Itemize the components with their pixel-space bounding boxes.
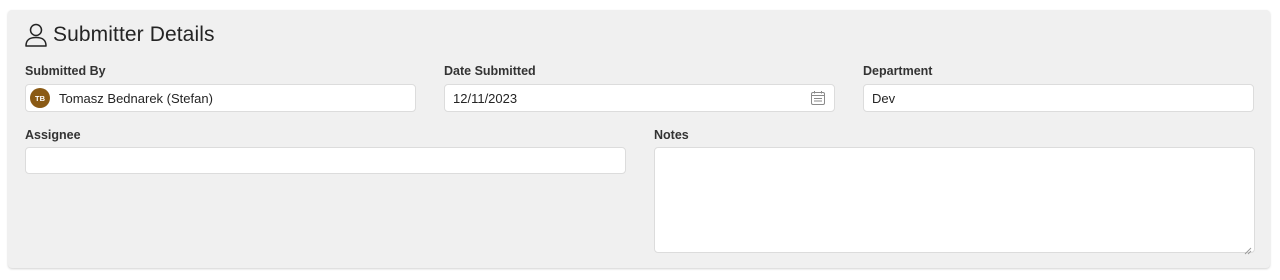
assignee-field[interactable]	[25, 147, 626, 174]
section-header: Submitter Details	[24, 20, 215, 50]
notes-textarea[interactable]	[654, 147, 1255, 255]
department-value: Dev	[872, 90, 896, 106]
assignee-label: Assignee	[25, 128, 81, 142]
department-field[interactable]: Dev	[863, 84, 1254, 112]
section-title: Submitter Details	[53, 23, 215, 46]
department-label: Department	[863, 64, 933, 78]
notes-label: Notes	[654, 128, 689, 142]
submitted-by-value: Tomasz Bednarek (Stefan)	[59, 90, 213, 106]
calendar-icon[interactable]	[810, 90, 826, 106]
date-submitted-value: 12/11/2023	[453, 90, 518, 106]
submitted-by-label: Submitted By	[25, 64, 106, 78]
person-icon	[24, 22, 50, 48]
date-submitted-label: Date Submitted	[444, 64, 536, 78]
submitted-by-field[interactable]: TB Tomasz Bednarek (Stefan)	[25, 84, 416, 112]
date-submitted-field[interactable]: 12/11/2023	[444, 84, 835, 112]
resize-grip-icon[interactable]	[1244, 242, 1252, 255]
submitter-details-card: Submitter Details Submitted By TB Tomasz…	[8, 10, 1270, 268]
avatar: TB	[30, 88, 50, 108]
